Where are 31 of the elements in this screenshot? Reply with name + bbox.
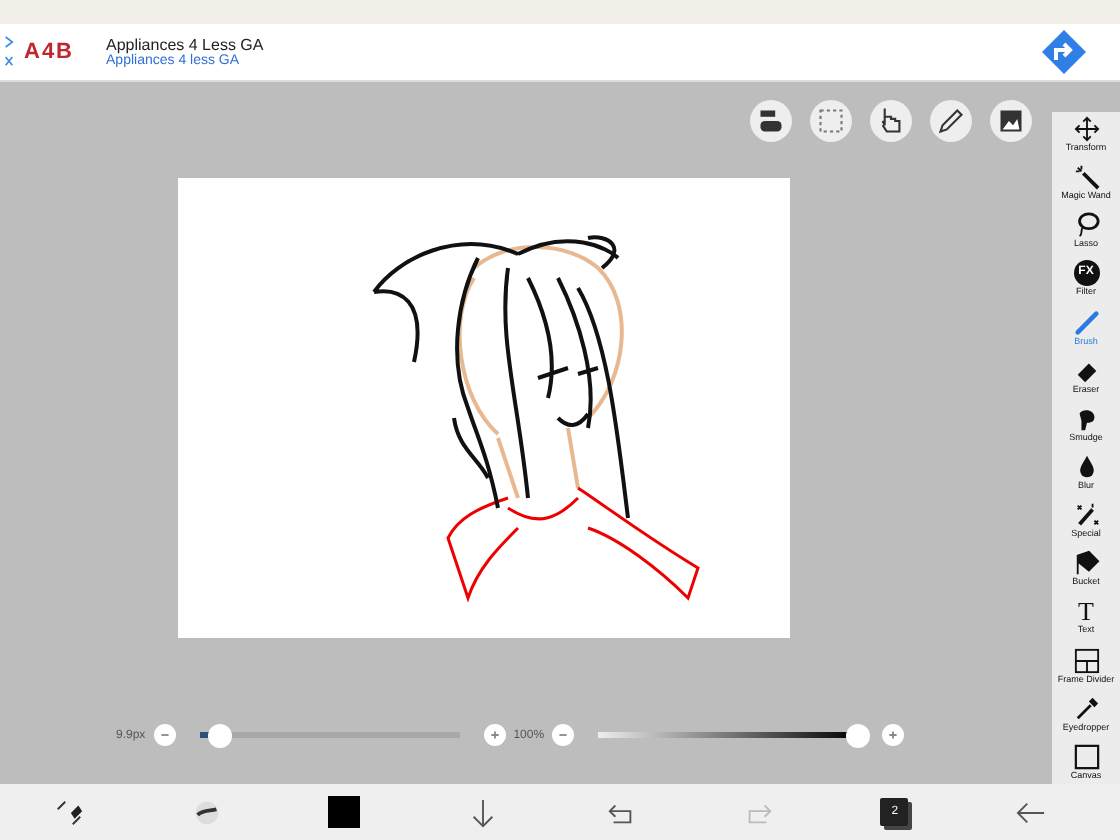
lasso-icon [1073,212,1099,239]
plus-icon [485,726,504,744]
sparkle-pen-icon [1073,502,1099,529]
bucket-icon [1073,550,1099,577]
increase-opacity-button[interactable] [882,724,905,746]
hand-icon[interactable] [870,100,912,142]
arrows-swap-icon[interactable] [53,797,84,827]
text-tool-glyph: T [1076,598,1096,625]
plus-icon [884,726,903,744]
reference-icon[interactable] [750,100,792,142]
drawing-canvas[interactable] [178,178,790,638]
color-swatch[interactable] [328,796,361,828]
ad-logo: A4B [24,40,75,64]
decrease-size-button[interactable] [153,724,176,746]
slider-handle[interactable] [846,723,871,747]
canvas-icon [1073,743,1099,770]
slider-handle[interactable] [208,723,233,747]
selection-icon[interactable] [810,100,852,142]
brush-icon [1073,309,1099,336]
ad-title: Appliances 4 Less GA [106,36,266,54]
decrease-opacity-button[interactable] [552,724,575,746]
move-arrows-icon [1073,116,1099,142]
pencil-icon[interactable] [930,100,972,142]
down-arrow-icon[interactable] [468,797,499,827]
eyedropper-icon [1073,695,1099,722]
brush-preview-icon[interactable] [191,797,222,827]
back-arrow-icon[interactable] [1016,797,1047,827]
directions-icon[interactable] [1040,28,1088,76]
magic-wand-icon [1073,164,1099,191]
increase-size-button[interactable] [483,724,506,746]
image-icon[interactable] [990,100,1032,142]
